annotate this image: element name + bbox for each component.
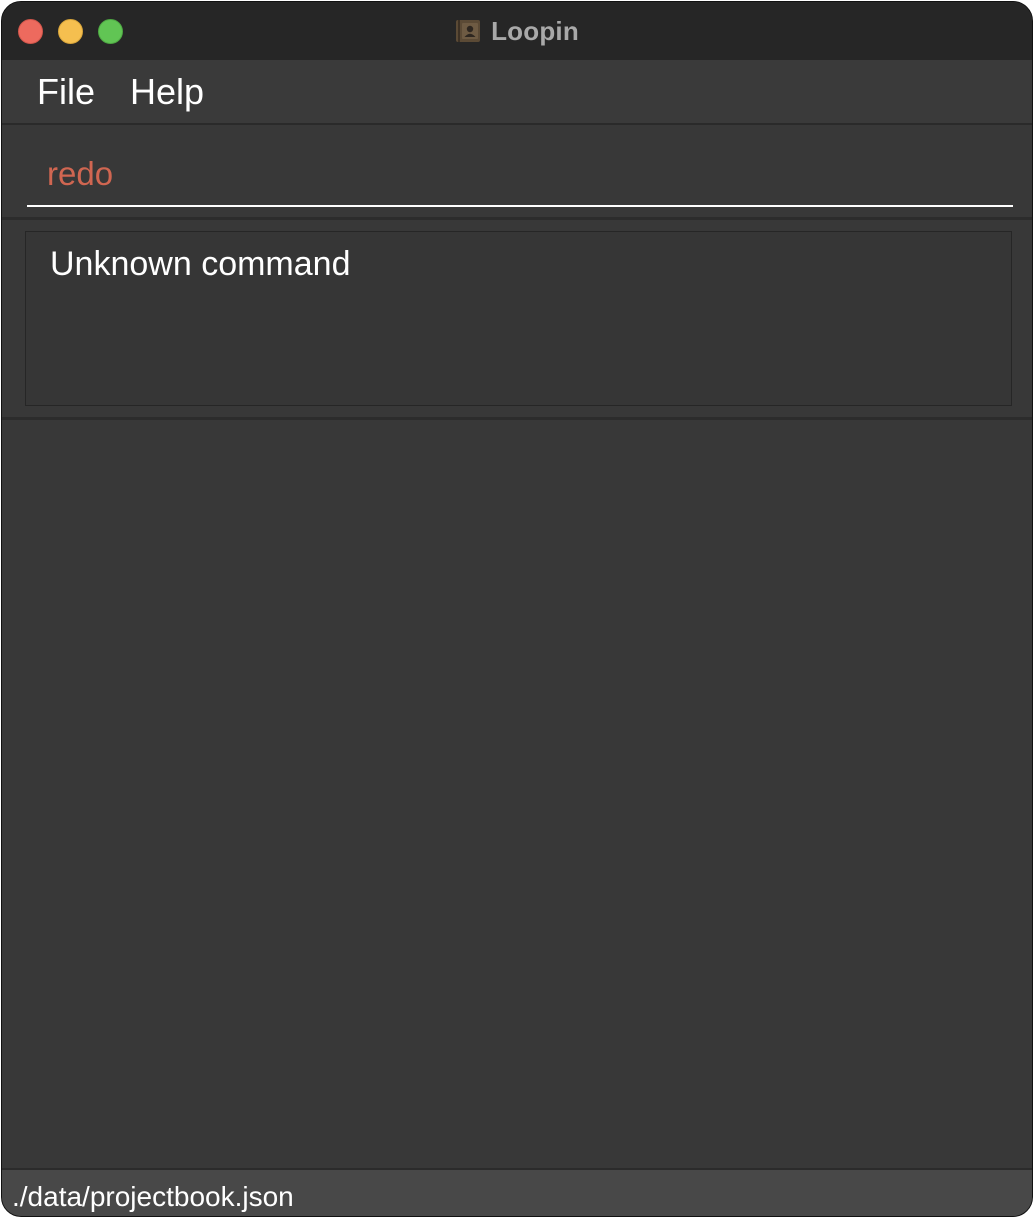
result-display[interactable]: Unknown command [25, 231, 1012, 406]
menu-help[interactable]: Help [124, 70, 210, 114]
command-box-panel [2, 125, 1032, 220]
command-input[interactable] [27, 143, 1013, 207]
project-list-panel [2, 420, 1032, 1168]
status-bar: ./data/projectbook.json [2, 1168, 1032, 1216]
result-display-panel: Unknown command [2, 220, 1032, 420]
menu-file[interactable]: File [31, 70, 101, 114]
title-bar[interactable]: Loopin [2, 2, 1032, 61]
save-location-path: ./data/projectbook.json [12, 1181, 294, 1212]
window-title: Loopin [491, 15, 579, 46]
window-title-group: Loopin [2, 2, 1032, 60]
menu-bar: File Help [2, 60, 1032, 125]
contact-book-icon [455, 18, 481, 44]
app-window: Loopin File Help Unknown command ./data/… [1, 1, 1033, 1217]
